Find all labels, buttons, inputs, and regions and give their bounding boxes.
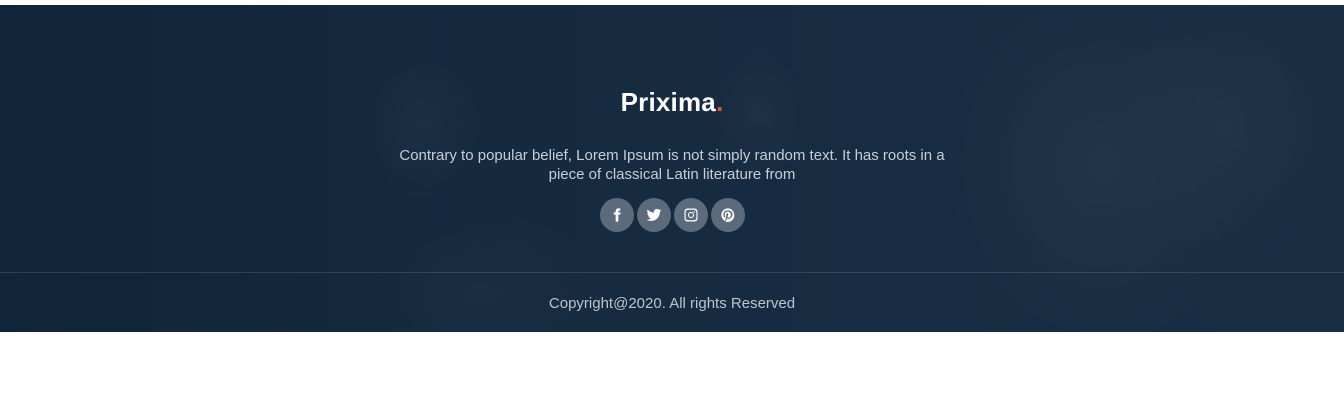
facebook-icon (613, 208, 621, 222)
facebook-button[interactable] (599, 198, 634, 232)
brand-dot: . (715, 87, 724, 117)
social-links (0, 198, 1344, 232)
site-footer: Prixima. Contrary to popular belief, Lor… (0, 5, 1344, 332)
brand-name: Prixima (620, 87, 716, 117)
twitter-icon (646, 209, 661, 221)
footer-description: Contrary to popular belief, Lorem Ipsum … (399, 147, 945, 183)
pinterest-button[interactable] (710, 198, 745, 232)
copyright-text: Copyright@2020. All rights Reserved (548, 295, 796, 312)
pinterest-icon (720, 208, 734, 222)
instagram-button[interactable] (673, 198, 708, 232)
footer-divider (0, 272, 1344, 273)
twitter-button[interactable] (636, 198, 671, 232)
footer-brand[interactable]: Prixima. (0, 87, 1344, 118)
instagram-icon (683, 208, 698, 222)
